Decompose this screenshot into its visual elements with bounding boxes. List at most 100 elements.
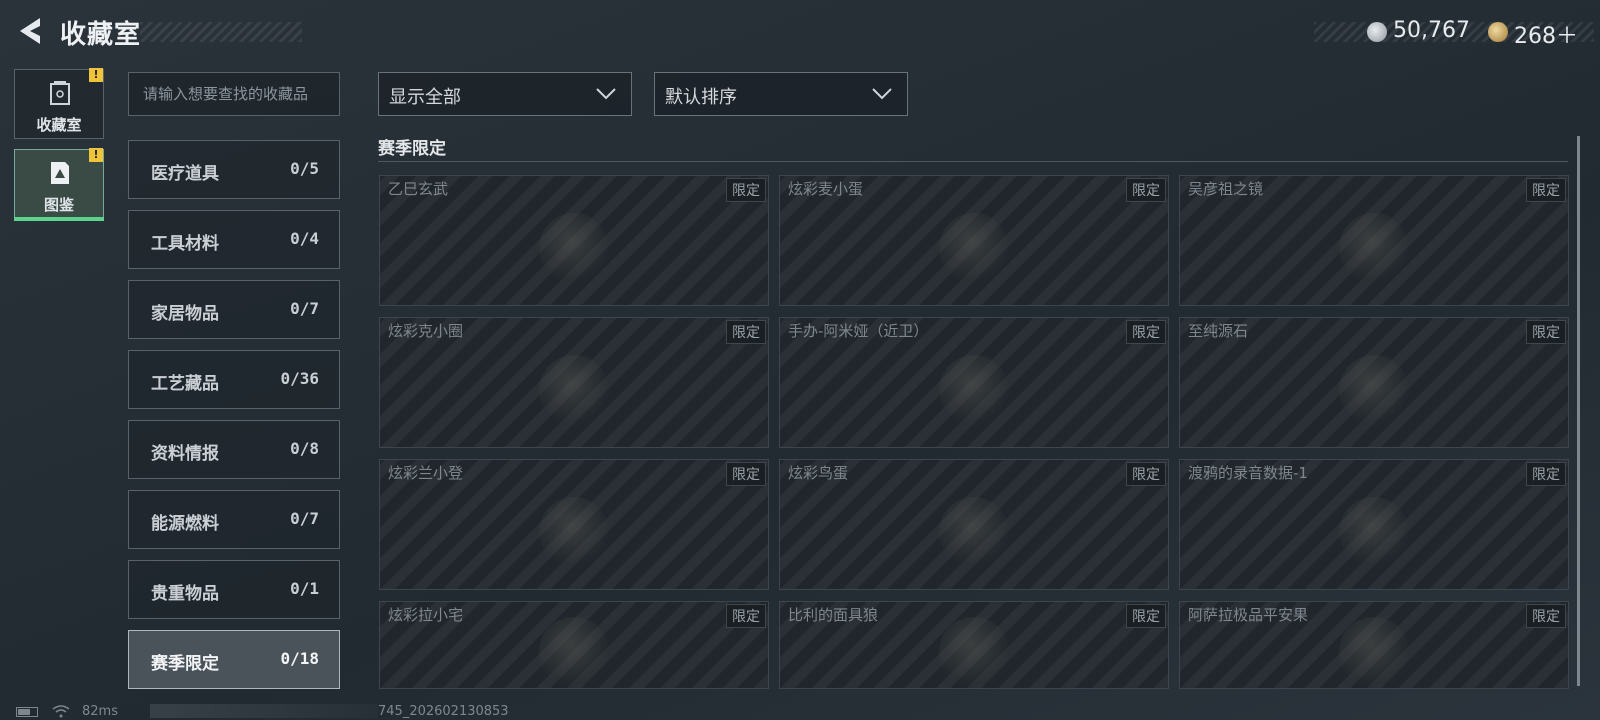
collectible-card[interactable]: 炫彩鸟蛋 限定: [779, 459, 1169, 590]
category-count: 0/18: [280, 649, 319, 668]
alert-badge: !: [89, 68, 103, 82]
section-title: 赛季限定: [378, 139, 446, 159]
sort-dropdown[interactable]: 默认排序: [654, 72, 908, 116]
limited-tag: 限定: [726, 178, 766, 202]
limited-tag: 限定: [1526, 604, 1566, 628]
gold-coin-icon: [1488, 22, 1508, 42]
item-image: [539, 212, 609, 283]
item-name: 至纯源石: [1188, 322, 1249, 340]
limited-tag: 限定: [1126, 178, 1166, 202]
category-count: 0/4: [290, 229, 319, 248]
limited-tag: 限定: [1126, 320, 1166, 344]
back-arrow-icon[interactable]: [16, 16, 44, 46]
nav-codex[interactable]: 图鉴 !: [14, 148, 104, 219]
silver-coin-icon: [1367, 22, 1387, 42]
limited-tag: 限定: [1126, 604, 1166, 628]
category-medical[interactable]: 医疗道具 0/5: [128, 140, 340, 199]
ping-readout: 82ms: [82, 704, 118, 719]
category-energy[interactable]: 能源燃料 0/7: [128, 490, 340, 549]
item-name: 炫彩克小圈: [388, 322, 464, 340]
collectible-card[interactable]: 炫彩兰小登 限定: [379, 459, 769, 590]
item-image: [1339, 354, 1409, 425]
category-count: 0/5: [290, 159, 319, 178]
category-name: 赛季限定: [151, 654, 219, 674]
collection-box-icon: [50, 81, 70, 105]
item-image: [939, 354, 1009, 425]
category-name: 医疗道具: [151, 164, 219, 184]
category-tools[interactable]: 工具材料 0/4: [128, 210, 340, 269]
category-crafts[interactable]: 工艺藏品 0/36: [128, 350, 340, 409]
item-image: [1339, 617, 1409, 687]
item-name: 炫彩兰小登: [388, 464, 464, 482]
item-image: [939, 617, 1009, 687]
limited-tag: 限定: [1526, 462, 1566, 486]
item-name: 炫彩鸟蛋: [788, 464, 849, 482]
search-input[interactable]: [128, 72, 340, 116]
category-intel[interactable]: 资料情报 0/8: [128, 420, 340, 479]
item-image: [539, 496, 609, 567]
display-filter-dropdown[interactable]: 显示全部: [378, 72, 632, 116]
item-name: 吴彦祖之镜: [1188, 180, 1264, 198]
collectible-card[interactable]: 渡鸦的录音数据-1 限定: [1179, 459, 1569, 590]
collectible-card[interactable]: 炫彩拉小宅 限定: [379, 601, 769, 689]
item-image: [1339, 212, 1409, 283]
category-name: 贵重物品: [151, 584, 219, 604]
battery-icon: [16, 707, 38, 717]
collectible-card[interactable]: 炫彩克小圈 限定: [379, 317, 769, 448]
nav-selected-indicator: [14, 217, 104, 221]
limited-tag: 限定: [726, 462, 766, 486]
item-image: [939, 212, 1009, 283]
category-count: 0/8: [290, 439, 319, 458]
category-count: 0/1: [290, 579, 319, 598]
collectible-card[interactable]: 手办-阿米娅（近卫） 限定: [779, 317, 1169, 448]
collectible-card[interactable]: 阿萨拉极品平安果 限定: [1179, 601, 1569, 689]
nav-label: 收藏室: [36, 116, 82, 134]
grid-scrollbar[interactable]: [1577, 136, 1580, 686]
page-title: 收藏室: [60, 20, 142, 50]
category-count: 0/7: [290, 299, 319, 318]
item-name: 炫彩拉小宅: [388, 606, 464, 624]
item-image: [539, 617, 609, 687]
item-name: 乙巳玄武: [388, 180, 449, 198]
item-image: [939, 496, 1009, 567]
chevron-down-icon: [596, 88, 616, 100]
blurred-player-id: [150, 704, 378, 718]
limited-tag: 限定: [726, 320, 766, 344]
item-image: [539, 354, 609, 425]
collectible-card[interactable]: 至纯源石 限定: [1179, 317, 1569, 448]
limited-tag: 限定: [726, 604, 766, 628]
category-valuables[interactable]: 贵重物品 0/1: [128, 560, 340, 619]
category-count: 0/7: [290, 509, 319, 528]
nav-label: 图鉴: [43, 196, 74, 214]
dropdown-value: 默认排序: [665, 87, 737, 108]
category-count: 0/36: [280, 369, 319, 388]
collectible-card[interactable]: 比利的面具狼 限定: [779, 601, 1169, 689]
dropdown-value: 显示全部: [389, 87, 461, 108]
codex-book-icon: [51, 162, 69, 184]
gold-coin-value[interactable]: 268＋: [1514, 18, 1578, 50]
item-name: 阿萨拉极品平安果: [1188, 606, 1309, 624]
limited-tag: 限定: [1526, 178, 1566, 202]
nav-collection-room[interactable]: 收藏室 !: [14, 68, 104, 139]
limited-tag: 限定: [1526, 320, 1566, 344]
category-name: 资料情报: [151, 444, 219, 464]
collectible-card[interactable]: 吴彦祖之镜 限定: [1179, 175, 1569, 306]
title-decoration: [140, 22, 302, 42]
category-name: 家居物品: [151, 304, 219, 324]
item-image: [1339, 496, 1409, 567]
collectible-card[interactable]: 乙巳玄武 限定: [379, 175, 769, 306]
item-name: 比利的面具狼: [788, 606, 879, 624]
item-name: 手办-阿米娅（近卫）: [788, 322, 929, 340]
chevron-down-icon: [872, 88, 892, 100]
category-name: 工艺藏品: [151, 374, 219, 394]
wifi-icon: [52, 705, 70, 718]
category-name: 能源燃料: [151, 514, 219, 534]
item-name: 渡鸦的录音数据-1: [1188, 464, 1308, 482]
limited-tag: 限定: [1126, 462, 1166, 486]
category-name: 工具材料: [151, 234, 219, 254]
collectible-card[interactable]: 炫彩麦小蛋 限定: [779, 175, 1169, 306]
silver-coin-value: 50,767: [1393, 18, 1470, 43]
category-household[interactable]: 家居物品 0/7: [128, 280, 340, 339]
category-season-limited[interactable]: 赛季限定 0/18: [128, 630, 340, 689]
item-name: 炫彩麦小蛋: [788, 180, 864, 198]
